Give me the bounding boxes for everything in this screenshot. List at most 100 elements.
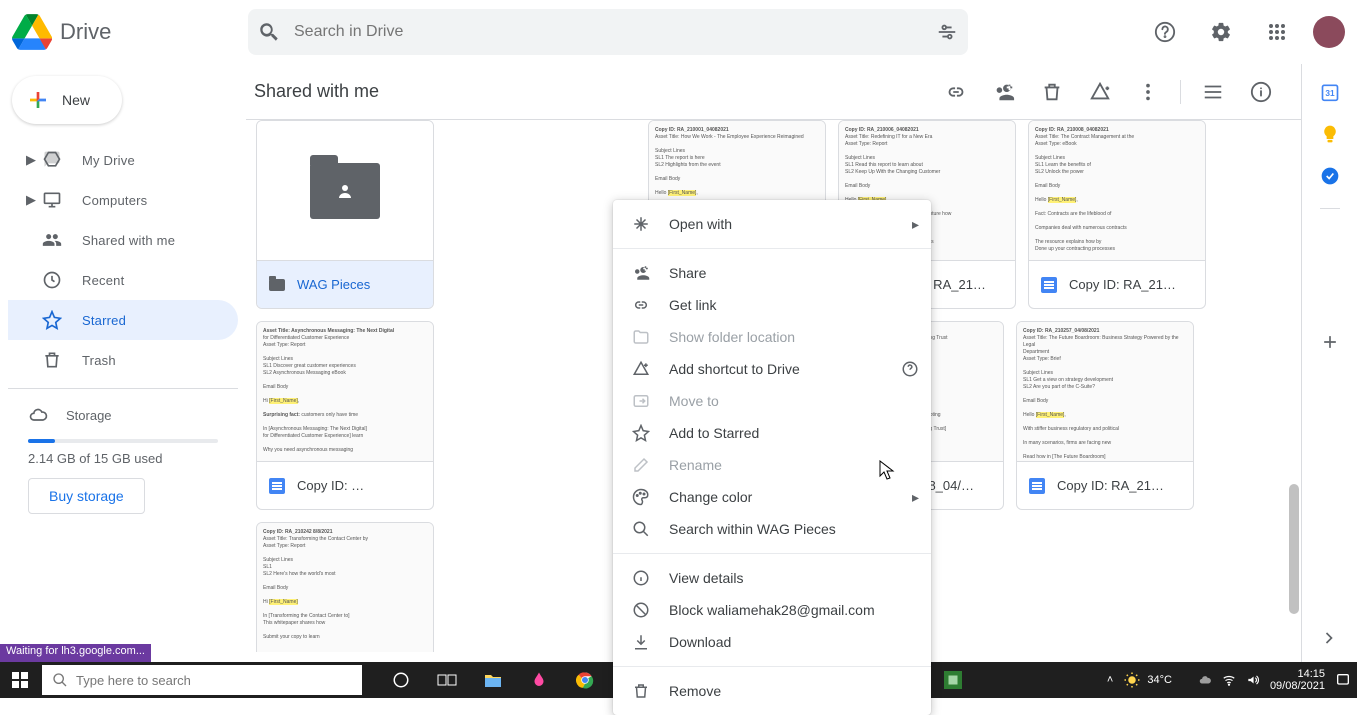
delete-button[interactable] bbox=[1032, 72, 1072, 112]
system-tray: ˄ 34°C 14:1509/08/2021 bbox=[1107, 668, 1357, 692]
palette-icon bbox=[629, 488, 653, 506]
tb-cortana[interactable] bbox=[378, 662, 424, 698]
get-addons-button[interactable] bbox=[1310, 322, 1350, 362]
search-input[interactable] bbox=[294, 23, 936, 41]
buy-storage-button[interactable]: Buy storage bbox=[28, 478, 145, 514]
hide-side-panel-button[interactable] bbox=[1319, 628, 1339, 648]
plus-icon bbox=[26, 88, 50, 112]
sidebar-item-trash[interactable]: Trash bbox=[8, 340, 238, 380]
shortcut-icon bbox=[629, 360, 653, 378]
sidebar-item-recent[interactable]: Recent bbox=[8, 260, 238, 300]
tb-app-1[interactable] bbox=[516, 662, 562, 698]
settings-button[interactable] bbox=[1201, 12, 1241, 52]
apps-button[interactable] bbox=[1257, 12, 1297, 52]
doc-thumbnail: Copy ID: RA_210242 8/8/2021Asset Title: … bbox=[257, 523, 433, 652]
scrollbar-track[interactable] bbox=[1287, 120, 1301, 662]
taskbar-search[interactable]: Type here to search bbox=[42, 665, 362, 695]
get-link-button[interactable] bbox=[936, 72, 976, 112]
search-options-icon[interactable] bbox=[936, 21, 958, 43]
cm-change-color[interactable]: Change color▸ bbox=[613, 481, 931, 513]
file-card[interactable]: Copy ID: RA_210242 8/8/2021Asset Title: … bbox=[256, 522, 434, 652]
cm-block-user[interactable]: Block waliamehak28@gmail.com bbox=[613, 594, 931, 626]
expand-icon: ▶ bbox=[26, 192, 36, 208]
selection-toolbar bbox=[936, 72, 1281, 112]
sidebar-item-label: Recent bbox=[82, 273, 124, 288]
cm-move-to: Move to bbox=[613, 385, 931, 417]
sidebar-item-label: Trash bbox=[82, 353, 116, 368]
search-box[interactable] bbox=[248, 9, 968, 55]
shared-icon bbox=[40, 230, 64, 250]
file-card[interactable]: Asset Title: Asynchronous Messaging: The… bbox=[256, 321, 434, 510]
trash-icon bbox=[40, 350, 64, 370]
sidebar-item-computers[interactable]: ▶ Computers bbox=[8, 180, 238, 220]
tb-chrome[interactable] bbox=[562, 662, 608, 698]
sidebar-item-starred[interactable]: Starred bbox=[8, 300, 238, 340]
add-shortcut-button[interactable] bbox=[1080, 72, 1120, 112]
tb-task-view[interactable] bbox=[424, 662, 470, 698]
onedrive-tray-icon[interactable] bbox=[1198, 673, 1212, 687]
tb-explorer[interactable] bbox=[470, 662, 516, 698]
header-actions bbox=[1145, 12, 1345, 52]
notifications-tray-icon[interactable] bbox=[1335, 672, 1351, 688]
docs-icon bbox=[1041, 277, 1057, 293]
sidebar-item-label: Starred bbox=[82, 313, 126, 328]
cm-rename: Rename bbox=[613, 449, 931, 481]
share-icon bbox=[629, 264, 653, 282]
help-icon bbox=[901, 360, 919, 378]
file-name: Copy ID: RA_21… bbox=[1069, 277, 1176, 292]
cm-search-within[interactable]: Search within WAG Pieces bbox=[613, 513, 931, 545]
rename-icon bbox=[629, 456, 653, 474]
wifi-tray-icon[interactable] bbox=[1222, 673, 1236, 687]
docs-icon bbox=[1029, 478, 1045, 494]
folder-card-selected[interactable]: WAG Pieces bbox=[256, 120, 434, 309]
tray-chevron[interactable]: ˄ bbox=[1107, 674, 1113, 686]
cm-view-details[interactable]: View details bbox=[613, 562, 931, 594]
search-icon bbox=[258, 21, 280, 43]
cm-add-shortcut[interactable]: Add shortcut to Drive bbox=[613, 353, 931, 385]
cm-open-with[interactable]: Open with▸ bbox=[613, 208, 931, 240]
cm-download[interactable]: Download bbox=[613, 626, 931, 658]
share-button[interactable] bbox=[984, 72, 1024, 112]
volume-tray-icon[interactable] bbox=[1246, 673, 1260, 687]
folder-name: WAG Pieces bbox=[297, 277, 370, 292]
storage-bar bbox=[28, 439, 218, 443]
drive-logo-icon bbox=[12, 12, 52, 52]
start-button[interactable] bbox=[0, 662, 40, 698]
cloud-icon bbox=[28, 405, 48, 425]
tasks-icon[interactable] bbox=[1320, 166, 1340, 186]
content-header: Shared with me bbox=[246, 64, 1301, 120]
info-icon bbox=[629, 569, 653, 587]
list-view-button[interactable] bbox=[1193, 72, 1233, 112]
scrollbar-thumb[interactable] bbox=[1289, 484, 1299, 614]
sidebar-item-label: My Drive bbox=[82, 153, 135, 168]
sidebar-item-shared[interactable]: Shared with me bbox=[8, 220, 238, 260]
more-actions-button[interactable] bbox=[1128, 72, 1168, 112]
file-name: Copy ID: RA_21… bbox=[1057, 478, 1164, 493]
calendar-icon[interactable]: 31 bbox=[1320, 82, 1340, 102]
cm-show-folder: Show folder location bbox=[613, 321, 931, 353]
block-icon bbox=[629, 601, 653, 619]
expand-icon: ▶ bbox=[26, 152, 36, 168]
sidebar: New ▶ My Drive ▶ Computers Shared with m… bbox=[0, 64, 246, 662]
keep-icon[interactable] bbox=[1320, 124, 1340, 144]
help-button[interactable] bbox=[1145, 12, 1185, 52]
account-avatar[interactable] bbox=[1313, 16, 1345, 48]
weather-widget[interactable]: 34°C bbox=[1123, 671, 1172, 689]
new-button[interactable]: New bbox=[12, 76, 122, 124]
doc-thumbnail: Copy ID: RA_210257_04/08/2021Asset Title… bbox=[1017, 322, 1193, 461]
chevron-right-icon: ▸ bbox=[912, 216, 919, 233]
open-with-icon bbox=[629, 215, 653, 233]
file-card[interactable]: Copy ID: RA_210008_04082021Asset Title: … bbox=[1028, 120, 1206, 309]
sidebar-item-my-drive[interactable]: ▶ My Drive bbox=[8, 140, 238, 180]
recent-icon bbox=[40, 270, 64, 290]
app-title: Drive bbox=[60, 19, 111, 45]
drive-logo-area[interactable]: Drive bbox=[12, 12, 248, 52]
cm-share[interactable]: Share bbox=[613, 257, 931, 289]
cm-get-link[interactable]: Get link bbox=[613, 289, 931, 321]
cm-remove[interactable]: Remove bbox=[613, 675, 931, 707]
file-card[interactable]: Copy ID: RA_210257_04/08/2021Asset Title… bbox=[1016, 321, 1194, 510]
taskbar-clock[interactable]: 14:1509/08/2021 bbox=[1270, 668, 1325, 692]
view-details-button[interactable] bbox=[1241, 72, 1281, 112]
cm-add-starred[interactable]: Add to Starred bbox=[613, 417, 931, 449]
tb-app-4[interactable] bbox=[930, 662, 976, 698]
